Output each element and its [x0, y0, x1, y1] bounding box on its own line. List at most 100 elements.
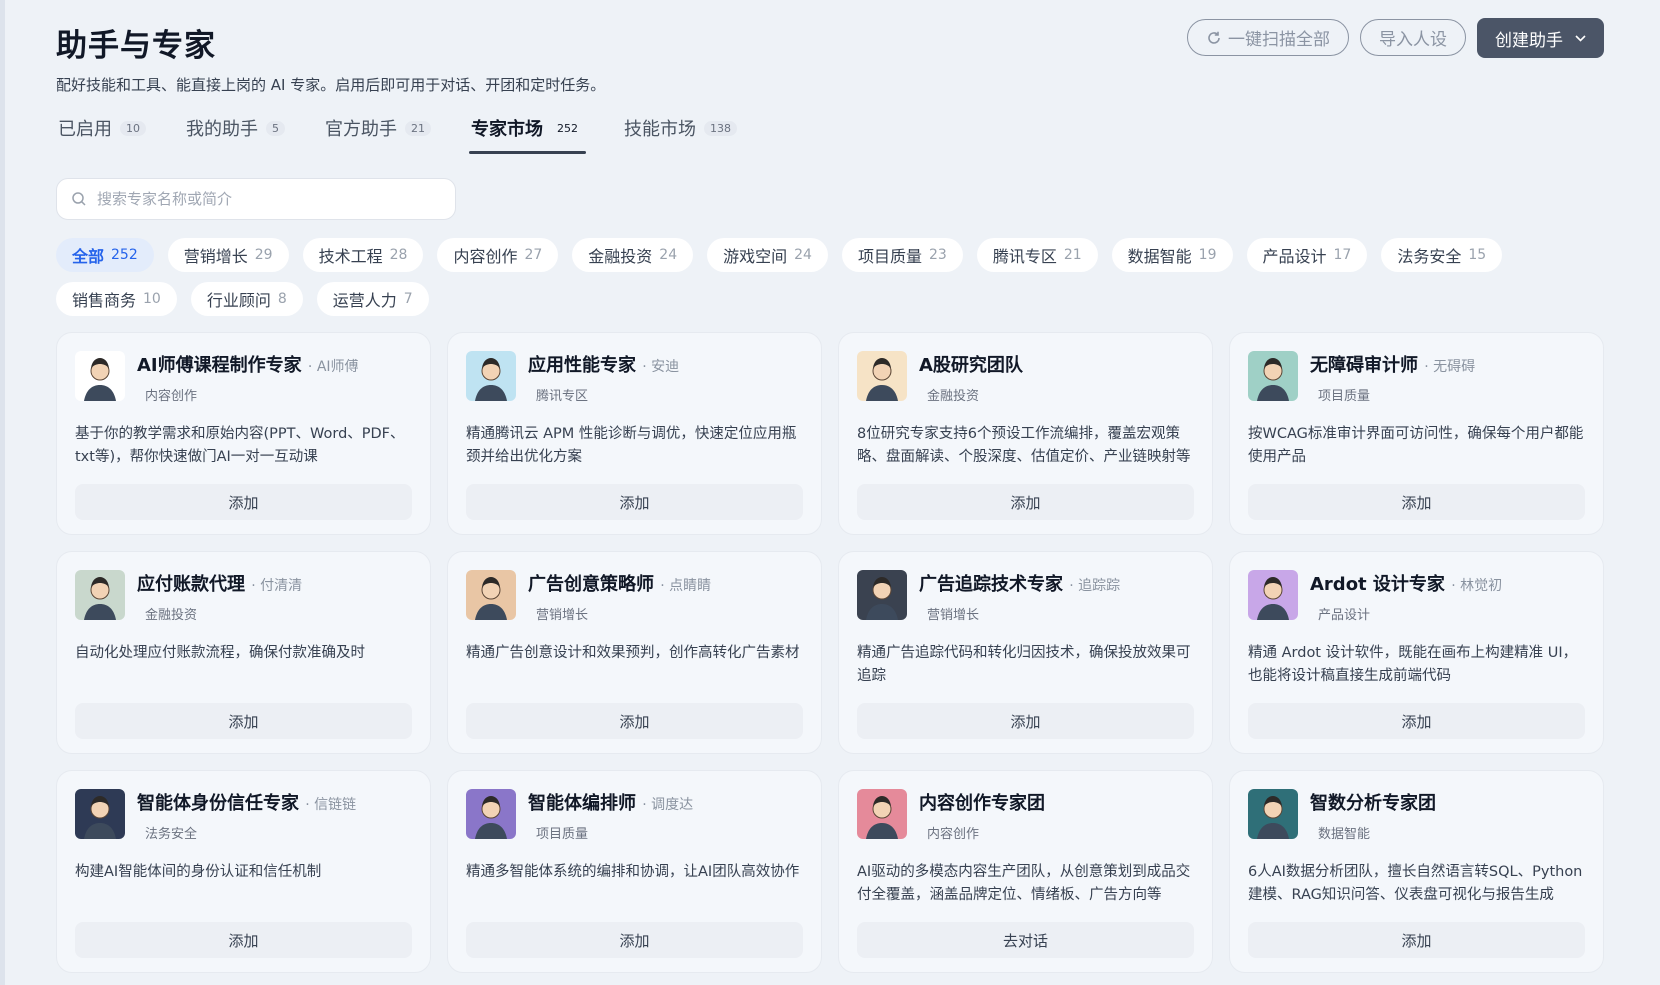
expert-name: Ardot 设计专家	[1310, 574, 1445, 595]
expert-avatar	[75, 351, 125, 401]
expert-name: 无障碍审计师	[1310, 355, 1418, 376]
add-button[interactable]: 添加	[857, 703, 1194, 739]
search-input[interactable]	[97, 190, 417, 208]
tab-label: 官方助手	[325, 119, 397, 140]
expert-info: AI师傅课程制作专家 · AI师傅 内容创作	[137, 351, 359, 404]
start-chat-button[interactable]: 去对话	[857, 922, 1194, 958]
expert-info: 智数分析专家团 数据智能	[1310, 789, 1436, 842]
category-chip[interactable]: 内容创作 27	[437, 238, 559, 272]
category-chip-label: 腾讯专区	[992, 247, 1057, 266]
category-chip-count: 10	[143, 291, 161, 307]
category-chip[interactable]: 产品设计 17	[1246, 238, 1368, 272]
category-chip-label: 游戏空间	[723, 247, 788, 266]
expert-name: 智数分析专家团	[1310, 793, 1436, 814]
category-chip[interactable]: 全部 252	[56, 238, 154, 272]
category-chip[interactable]: 项目质量 23	[841, 238, 963, 272]
expert-category-tag: 内容创作	[145, 389, 198, 404]
scan-all-button[interactable]: 一键扫描全部	[1187, 19, 1349, 56]
expert-category-tag: 金融投资	[145, 608, 198, 623]
tab-my-assistants[interactable]: 我的助手 5	[184, 104, 287, 152]
expert-card: Ardot 设计专家 · 林觉初 产品设计 精通 Ardot 设计软件，既能在画布上…	[1229, 551, 1604, 754]
chevron-down-icon	[1575, 34, 1586, 42]
expert-category-tag: 营销增长	[927, 608, 980, 623]
expert-description: 6人AI数据分析团队，擅长自然语言转SQL、Python建模、RAG知识问答、仪…	[1248, 864, 1583, 903]
tab-skill-market[interactable]: 技能市场 138	[622, 104, 739, 152]
expert-description: 精通广告创意设计和效果预判，创作高转化广告素材	[466, 645, 800, 661]
expert-name: A股研究团队	[919, 355, 1023, 376]
category-chip-count: 24	[659, 247, 678, 263]
create-assistant-button[interactable]: 创建助手	[1477, 18, 1604, 58]
expert-name: 广告追踪技术专家	[919, 574, 1063, 595]
expert-description: 精通腾讯云 APM 性能诊断与调优，快速定位应用瓶颈并给出优化方案	[466, 426, 797, 465]
expert-card: 智能体身份信任专家 · 信链链 法务安全构建AI智能体间的身份认证和信任机制添加	[56, 770, 431, 973]
expert-description: 精通 Ardot 设计软件，既能在画布上构建精准 UI，也能将设计稿直接生成前端…	[1248, 645, 1578, 684]
category-chip-count: 28	[389, 247, 408, 263]
import-persona-button[interactable]: 导入人设	[1360, 19, 1466, 56]
expert-name: 智能体编排师	[528, 793, 636, 814]
expert-description: 精通广告追踪代码和转化归因技术，确保投放效果可追踪	[857, 645, 1191, 684]
expert-avatar	[857, 351, 907, 401]
expert-author: · 无碍碍	[1424, 359, 1476, 375]
expert-name-line: 广告追踪技术专家 · 追踪踪	[919, 570, 1120, 596]
category-chip[interactable]: 金融投资 24	[572, 238, 694, 272]
category-chip[interactable]: 营销增长 29	[167, 238, 289, 272]
expert-avatar	[466, 789, 516, 839]
expert-author: · AI师傅	[307, 359, 359, 375]
add-button[interactable]: 添加	[75, 484, 412, 520]
expert-name-line: 应用性能专家 · 安迪	[528, 351, 679, 377]
tab-label: 技能市场	[624, 119, 696, 140]
category-chip[interactable]: 法务安全 15	[1381, 238, 1503, 272]
expert-author: · 林觉初	[1451, 578, 1503, 594]
category-chip[interactable]: 行业顾问 8	[190, 282, 303, 316]
expert-grid: AI师傅课程制作专家 · AI师傅 内容创作 基于你的教学需求和原始内容(PPT、W…	[56, 332, 1604, 973]
expert-avatar	[466, 351, 516, 401]
expert-description: AI驱动的多模态内容生产团队，从创意策划到成品交付全覆盖，涵盖品牌定位、情绪板、…	[857, 864, 1191, 903]
category-chip-count: 252	[111, 247, 138, 263]
expert-name-line: A股研究团队	[919, 351, 1023, 377]
category-chip-count: 24	[794, 247, 812, 263]
expert-category-tag: 腾讯专区	[536, 389, 589, 404]
add-button[interactable]: 添加	[1248, 922, 1585, 958]
category-chip[interactable]: 技术工程 28	[302, 238, 424, 272]
add-button[interactable]: 添加	[466, 484, 803, 520]
tab-enabled[interactable]: 已启用 10	[56, 104, 148, 152]
category-chip-label: 数据智能	[1127, 247, 1192, 266]
page-subtitle: 配好技能和工具、能直接上岗的 AI 专家。启用后即可用于对话、开团和定时任务。	[56, 76, 606, 94]
category-chip-count: 8	[277, 291, 287, 307]
search-box[interactable]	[56, 178, 456, 220]
search-icon	[72, 192, 86, 206]
expert-info: 智能体编排师 · 调度达 项目质量	[528, 789, 693, 842]
tab-count-badge: 10	[120, 120, 146, 136]
expert-name-line: 内容创作专家团	[919, 789, 1045, 815]
tab-expert-market[interactable]: 专家市场 252	[469, 104, 586, 154]
category-chip-label: 法务安全	[1397, 247, 1462, 266]
expert-card: 内容创作专家团 内容创作 AI驱动的多模态内容生产团队，从创意策划到成品交付全覆盖…	[838, 770, 1213, 973]
expert-name-line: 智能体身份信任专家 · 信链链	[137, 789, 356, 815]
add-button[interactable]: 添加	[75, 922, 412, 958]
expert-info: 智能体身份信任专家 · 信链链 法务安全	[137, 789, 356, 842]
add-button[interactable]: 添加	[466, 922, 803, 958]
add-button[interactable]: 添加	[1248, 703, 1585, 739]
category-chip[interactable]: 腾讯专区 21	[976, 238, 1098, 272]
add-button[interactable]: 添加	[75, 703, 412, 739]
category-chip[interactable]: 数据智能 19	[1111, 238, 1233, 272]
expert-category-tag: 项目质量	[1318, 389, 1371, 404]
add-button[interactable]: 添加	[857, 484, 1194, 520]
tab-count-badge: 21	[405, 120, 431, 136]
expert-card-header: AI师傅课程制作专家 · AI师傅 内容创作	[75, 351, 412, 404]
add-button[interactable]: 添加	[466, 703, 803, 739]
tab-official-assistants[interactable]: 官方助手 21	[323, 104, 433, 152]
expert-card-header: 智能体身份信任专家 · 信链链 法务安全	[75, 789, 412, 842]
refresh-icon	[1208, 31, 1220, 44]
expert-card: 无障碍审计师 · 无碍碍 项目质量 按WCAG标准审计界面可访问性，确保每个用户都能…	[1229, 332, 1604, 535]
category-chip[interactable]: 运营人力 7	[316, 282, 429, 316]
category-chip-label: 销售商务	[72, 291, 137, 310]
add-button[interactable]: 添加	[1248, 484, 1585, 520]
expert-card-header: 无障碍审计师 · 无碍碍项目质量	[1248, 351, 1585, 404]
category-filter: 全部 252 营销增长 29 技术工程 28 内容创作 27 金融投资 24 游戏空间 24 项目质量 2…	[56, 238, 1604, 316]
expert-description: 构建AI智能体间的身份认证和信任机制	[75, 864, 322, 880]
category-chip[interactable]: 游戏空间 24	[707, 238, 828, 272]
expert-category-tag: 营销增长	[536, 608, 589, 623]
expert-name-line: 智数分析专家团	[1310, 789, 1436, 815]
category-chip[interactable]: 销售商务 10	[56, 282, 177, 316]
